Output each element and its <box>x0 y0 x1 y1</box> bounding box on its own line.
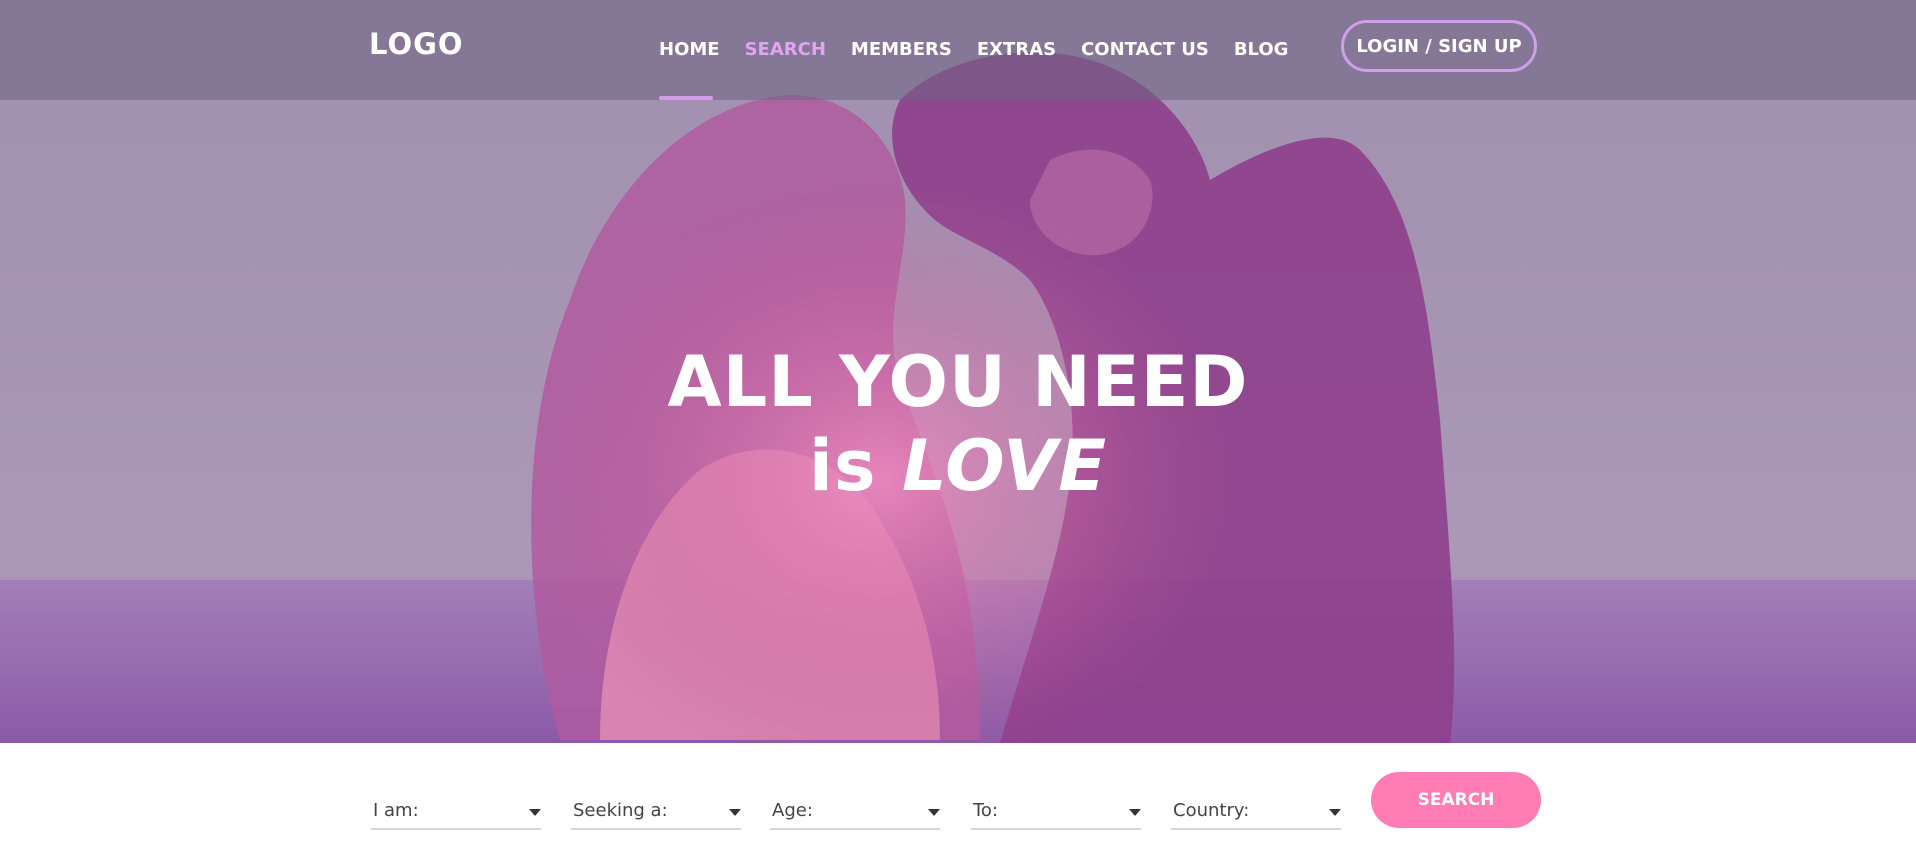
chevron-down-icon <box>529 809 541 816</box>
country-label: Country: <box>1173 800 1250 821</box>
nav-home[interactable]: HOME <box>659 0 720 100</box>
search-bar: I am: Seeking a: Age: To: Country: SEARC… <box>0 743 1916 857</box>
nav-extras[interactable]: EXTRAS <box>977 0 1056 100</box>
hero-headline: ALL YOU NEED is LOVE <box>0 340 1916 508</box>
top-navigation-bar: LOGO HOME SEARCH MEMBERS EXTRAS CONTACT … <box>0 0 1916 100</box>
seeking-select[interactable]: Seeking a: <box>571 798 741 830</box>
site-logo[interactable]: LOGO <box>369 27 464 61</box>
hero-line-2-emphasis: LOVE <box>901 425 1108 507</box>
main-nav: HOME SEARCH MEMBERS EXTRAS CONTACT US BL… <box>659 0 1313 100</box>
age-to-select[interactable]: To: <box>971 798 1141 830</box>
i-am-label: I am: <box>373 800 419 821</box>
chevron-down-icon <box>1329 809 1341 816</box>
to-label: To: <box>973 800 999 821</box>
nav-blog[interactable]: BLOG <box>1234 0 1289 100</box>
nav-members[interactable]: MEMBERS <box>851 0 952 100</box>
nav-search[interactable]: SEARCH <box>745 0 826 100</box>
hero-line-2: is LOVE <box>0 424 1916 508</box>
hero-line-2-prefix: is <box>808 425 877 507</box>
country-select[interactable]: Country: <box>1171 798 1341 830</box>
chevron-down-icon <box>1129 809 1141 816</box>
i-am-select[interactable]: I am: <box>371 798 541 830</box>
nav-home-label: HOME <box>659 39 720 60</box>
age-from-select[interactable]: Age: <box>770 798 940 830</box>
login-signup-button[interactable]: LOGIN / SIGN UP <box>1341 20 1537 72</box>
hero-line-1: ALL YOU NEED <box>667 341 1249 423</box>
hero-section: LOGO HOME SEARCH MEMBERS EXTRAS CONTACT … <box>0 0 1916 743</box>
search-button[interactable]: SEARCH <box>1371 772 1541 828</box>
chevron-down-icon <box>729 809 741 816</box>
nav-contact-us[interactable]: CONTACT US <box>1081 0 1209 100</box>
chevron-down-icon <box>928 809 940 816</box>
age-label: Age: <box>772 800 813 821</box>
seeking-label: Seeking a: <box>573 800 668 821</box>
active-nav-indicator <box>659 96 713 100</box>
